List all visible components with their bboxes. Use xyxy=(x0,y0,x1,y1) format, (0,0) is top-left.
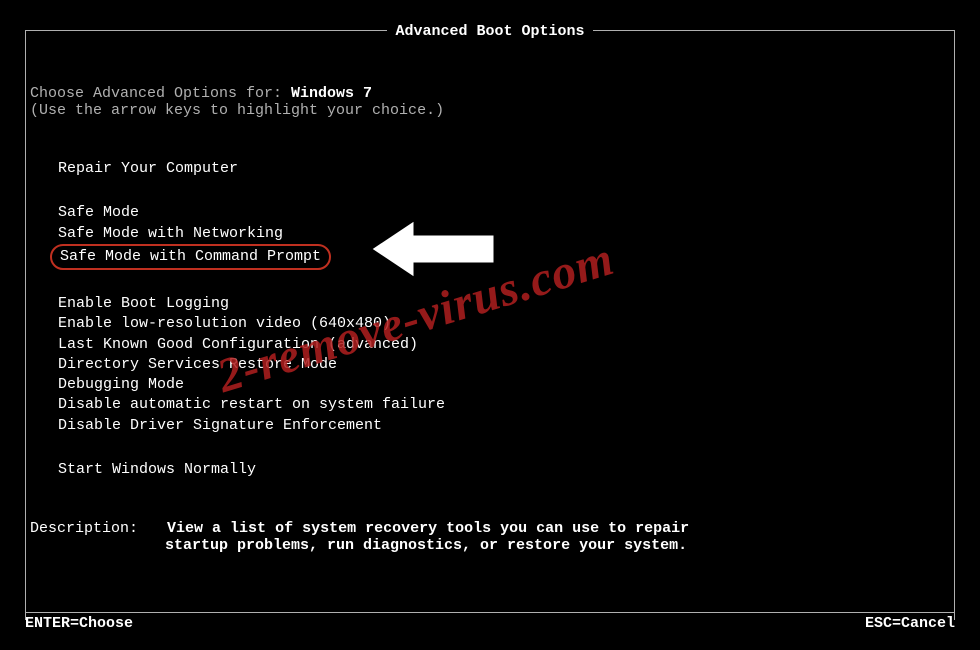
description-label: Description: xyxy=(30,520,138,537)
os-name: Windows 7 xyxy=(291,85,372,102)
footer-esc: ESC=Cancel xyxy=(865,615,955,632)
menu-low-res[interactable]: Enable low-resolution video (640x480) xyxy=(50,314,399,334)
menu-safe-mode-cmd[interactable]: Safe Mode with Command Prompt xyxy=(50,244,331,270)
description-line1: View a list of system recovery tools you… xyxy=(167,520,689,537)
menu-start-normal[interactable]: Start Windows Normally xyxy=(50,460,264,480)
description-block: Description: View a list of system recov… xyxy=(30,520,950,554)
menu-ds-restore[interactable]: Directory Services Restore Mode xyxy=(50,355,345,375)
arrow-icon xyxy=(365,214,505,289)
footer-enter: ENTER=Choose xyxy=(25,615,133,632)
hint-line: (Use the arrow keys to highlight your ch… xyxy=(30,102,950,119)
menu-disable-restart[interactable]: Disable automatic restart on system fail… xyxy=(50,395,453,415)
page-title: Advanced Boot Options xyxy=(387,23,592,40)
menu-safe-mode-networking[interactable]: Safe Mode with Networking xyxy=(50,224,291,244)
menu-disable-driver-sig[interactable]: Disable Driver Signature Enforcement xyxy=(50,416,390,436)
menu-last-known[interactable]: Last Known Good Configuration (advanced) xyxy=(50,335,426,355)
title-bar: Advanced Boot Options xyxy=(0,23,980,40)
choose-prefix: Choose Advanced Options for: xyxy=(30,85,291,102)
menu-boot-logging[interactable]: Enable Boot Logging xyxy=(50,294,237,314)
menu-debugging[interactable]: Debugging Mode xyxy=(50,375,192,395)
footer-bar: ENTER=Choose ESC=Cancel xyxy=(25,612,955,632)
boot-menu: Repair Your Computer Safe Mode Safe Mode… xyxy=(50,159,950,480)
menu-repair[interactable]: Repair Your Computer xyxy=(50,159,246,179)
choose-line: Choose Advanced Options for: Windows 7 xyxy=(30,85,950,102)
description-line2: startup problems, run diagnostics, or re… xyxy=(165,537,687,554)
menu-safe-mode[interactable]: Safe Mode xyxy=(50,203,147,223)
